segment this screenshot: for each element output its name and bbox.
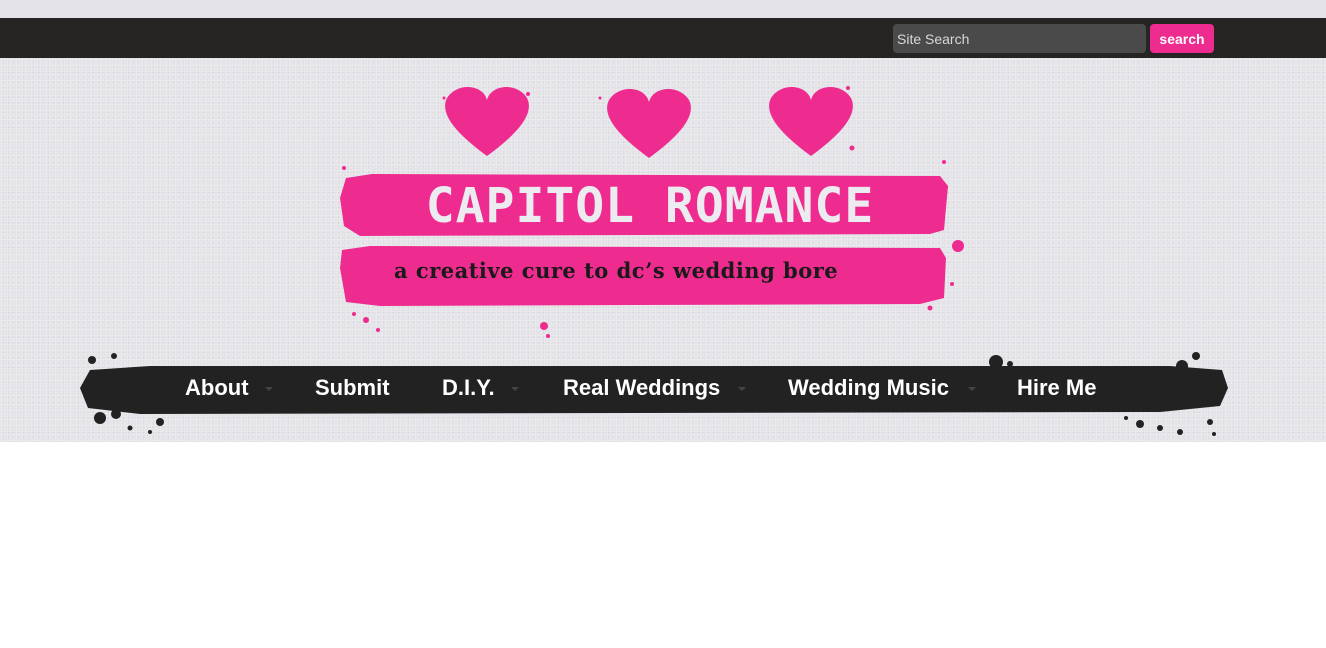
top-bar: search [0, 18, 1326, 58]
search-button[interactable]: search [1150, 24, 1214, 53]
heart-icon [445, 86, 529, 156]
logo-tagline: a creative cure to dc’s wedding bore [394, 258, 839, 283]
nav-item-diy[interactable]: D.I.Y. [442, 366, 495, 410]
site-header: CAPITOL ROMANCE a creative cure to dc’s … [0, 58, 1326, 442]
nav-item-hire-me[interactable]: Hire Me [1017, 366, 1096, 410]
nav-item-submit[interactable]: Submit [315, 366, 390, 410]
chevron-down-icon[interactable] [968, 387, 976, 391]
main-nav: About Submit D.I.Y. Real Weddings Weddin… [0, 348, 1326, 442]
nav-item-about[interactable]: About [185, 366, 249, 410]
chevron-down-icon[interactable] [738, 387, 746, 391]
top-strip [0, 0, 1326, 18]
chevron-down-icon[interactable] [265, 387, 273, 391]
logo-title: CAPITOL ROMANCE [425, 178, 875, 234]
site-search-input[interactable] [893, 24, 1146, 53]
heart-icon [769, 86, 853, 156]
heart-icon [607, 88, 691, 158]
chevron-down-icon[interactable] [511, 387, 519, 391]
nav-item-wedding-music[interactable]: Wedding Music [788, 366, 949, 410]
site-logo[interactable]: CAPITOL ROMANCE a creative cure to dc’s … [0, 58, 1326, 348]
nav-item-real-weddings[interactable]: Real Weddings [563, 366, 720, 410]
